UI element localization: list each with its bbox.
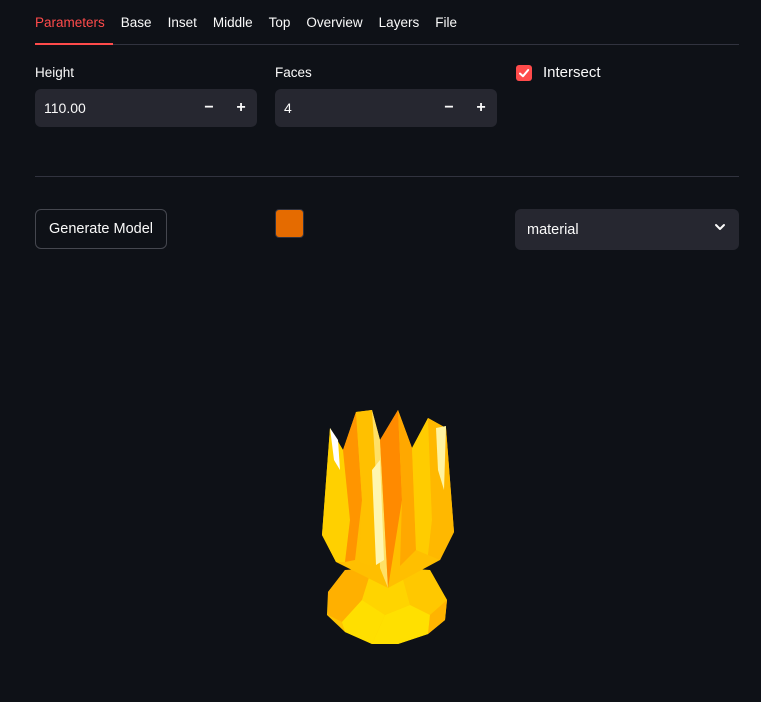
tab-top[interactable]: Top <box>269 13 299 44</box>
crown-model <box>322 410 454 644</box>
height-label: Height <box>35 65 75 80</box>
height-input[interactable]: 110.00 − + <box>35 89 257 127</box>
tab-layers[interactable]: Layers <box>379 13 428 44</box>
checkmark-icon[interactable] <box>516 64 532 81</box>
height-decrement-button[interactable]: − <box>193 89 225 127</box>
faces-label: Faces <box>275 65 312 80</box>
faces-increment-button[interactable]: + <box>465 89 497 127</box>
color-picker-swatch[interactable] <box>275 209 304 238</box>
height-increment-button[interactable]: + <box>225 89 257 127</box>
intersect-checkbox[interactable]: Intersect <box>516 64 601 81</box>
tab-file[interactable]: File <box>435 13 465 44</box>
faces-decrement-button[interactable]: − <box>433 89 465 127</box>
material-select-value: material <box>527 221 579 238</box>
app: Parameters Base Inset Middle Top Overvie… <box>0 0 761 702</box>
material-select[interactable]: material <box>515 209 739 250</box>
generate-model-button[interactable]: Generate Model <box>35 209 167 249</box>
divider <box>35 176 739 177</box>
tab-bar: Parameters Base Inset Middle Top Overvie… <box>35 0 739 45</box>
tab-parameters[interactable]: Parameters <box>35 13 113 45</box>
model-viewport[interactable] <box>0 270 761 702</box>
chevron-down-icon <box>713 220 727 239</box>
tab-middle[interactable]: Middle <box>213 13 261 44</box>
height-value[interactable]: 110.00 <box>35 100 193 116</box>
tab-inset[interactable]: Inset <box>168 13 205 44</box>
tab-base[interactable]: Base <box>121 13 160 44</box>
intersect-label[interactable]: Intersect <box>543 64 601 81</box>
faces-value[interactable]: 4 <box>275 100 433 116</box>
faces-input[interactable]: 4 − + <box>275 89 497 127</box>
tab-overview[interactable]: Overview <box>306 13 370 44</box>
